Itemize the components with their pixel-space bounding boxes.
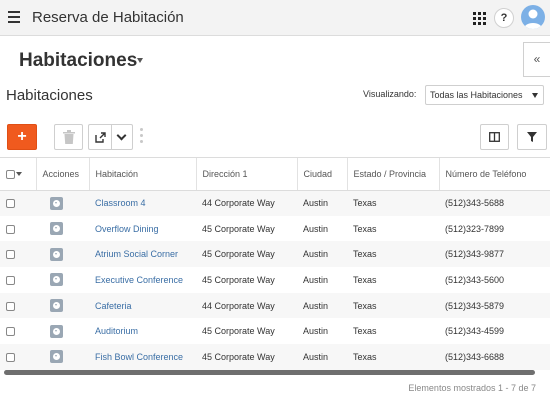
room-link[interactable]: Cafeteria — [95, 301, 132, 311]
help-button[interactable]: ? — [494, 8, 514, 28]
column-header-phone[interactable]: Número de Teléfono — [439, 158, 550, 191]
address-cell: 45 Corporate Way — [196, 241, 297, 268]
apps-grid-icon[interactable] — [473, 12, 486, 25]
city-cell: Austin — [297, 292, 347, 319]
row-checkbox[interactable] — [6, 301, 15, 311]
table-row: Fish Bowl Conference 45 Corporate Way Au… — [0, 344, 550, 370]
room-link[interactable]: Overflow Dining — [95, 224, 159, 234]
room-link[interactable]: Executive Conference — [95, 275, 183, 285]
chevron-down-icon — [532, 93, 538, 98]
export-icon — [95, 132, 106, 143]
title-dropdown-icon[interactable] — [137, 58, 143, 63]
chevron-down-icon — [16, 172, 22, 177]
column-header-room[interactable]: Habitación — [89, 158, 197, 191]
state-cell: Texas — [347, 267, 439, 293]
filter-icon — [527, 132, 537, 142]
city-cell: Austin — [297, 267, 347, 293]
row-checkbox[interactable] — [6, 327, 15, 337]
table-row: Auditorium 45 Corporate Way Austin Texas… — [0, 318, 550, 345]
phone-cell: (512)343-5688 — [439, 190, 550, 216]
row-checkbox[interactable] — [6, 224, 15, 234]
room-link[interactable]: Auditorium — [95, 326, 138, 336]
address-cell: 45 Corporate Way — [196, 344, 297, 370]
collapse-panel-button[interactable]: « — [523, 42, 550, 77]
table-row: Atrium Social Corner 45 Corporate Way Au… — [0, 241, 550, 268]
state-cell: Texas — [347, 241, 439, 268]
row-actions-icon[interactable] — [50, 247, 63, 261]
room-link[interactable]: Atrium Social Corner — [95, 249, 178, 259]
phone-cell: (512)323-7899 — [439, 215, 550, 242]
view-select-value: Todas las Habitaciones — [430, 90, 523, 100]
row-actions-icon[interactable] — [50, 222, 63, 236]
city-cell: Austin — [297, 318, 347, 345]
column-header-actions[interactable]: Acciones — [36, 158, 90, 191]
more-options-icon[interactable] — [140, 128, 144, 146]
city-cell: Austin — [297, 190, 347, 216]
address-cell: 45 Corporate Way — [196, 267, 297, 293]
city-cell: Austin — [297, 344, 347, 370]
column-header-address[interactable]: Dirección 1 — [196, 158, 298, 191]
column-header-city[interactable]: Ciudad — [297, 158, 348, 191]
address-cell: 45 Corporate Way — [196, 215, 297, 242]
state-cell: Texas — [347, 292, 439, 319]
table-row: Executive Conference 45 Corporate Way Au… — [0, 267, 550, 293]
table-header-row: Acciones Habitación Dirección 1 Ciudad E… — [0, 158, 550, 191]
row-checkbox[interactable] — [6, 353, 15, 363]
user-avatar-icon[interactable] — [521, 5, 545, 29]
app-title: Reserva de Habitación — [32, 9, 184, 26]
state-cell: Texas — [347, 215, 439, 242]
row-actions-icon[interactable] — [50, 196, 63, 210]
row-checkbox[interactable] — [6, 199, 15, 209]
table-row: Classroom 4 44 Corporate Way Austin Texa… — [0, 190, 550, 216]
column-header-state[interactable]: Estado / Provincia — [347, 158, 440, 191]
chevron-down-icon — [116, 130, 127, 141]
phone-cell: (512)343-9877 — [439, 241, 550, 268]
view-label: Visualizando: — [363, 89, 417, 99]
hamburger-icon[interactable] — [8, 11, 20, 23]
page-title[interactable]: Habitaciones — [19, 50, 137, 72]
phone-cell: (512)343-4599 — [439, 318, 550, 345]
phone-cell: (512)343-6688 — [439, 344, 550, 370]
row-actions-icon[interactable] — [50, 324, 63, 338]
table-row: Cafeteria 44 Corporate Way Austin Texas … — [0, 292, 550, 319]
address-cell: 45 Corporate Way — [196, 318, 297, 345]
state-cell: Texas — [347, 318, 439, 345]
top-bar: Reserva de Habitación ? — [0, 0, 550, 36]
phone-cell: (512)343-5879 — [439, 292, 550, 319]
row-actions-icon[interactable] — [50, 350, 63, 364]
view-select[interactable]: Todas las Habitaciones — [425, 85, 544, 105]
table-row: Overflow Dining 45 Corporate Way Austin … — [0, 215, 550, 242]
address-cell: 44 Corporate Way — [196, 292, 297, 319]
add-button[interactable]: + — [7, 124, 37, 150]
trash-icon — [63, 130, 75, 144]
row-actions-icon[interactable] — [50, 299, 63, 313]
row-checkbox[interactable] — [6, 275, 15, 285]
state-cell: Texas — [347, 190, 439, 216]
export-dropdown-button[interactable] — [111, 124, 133, 150]
city-cell: Austin — [297, 215, 347, 242]
row-actions-icon[interactable] — [50, 273, 63, 287]
room-link[interactable]: Classroom 4 — [95, 198, 146, 208]
filter-button[interactable] — [517, 124, 547, 150]
select-all-checkbox[interactable] — [0, 158, 37, 191]
state-cell: Texas — [347, 344, 439, 370]
room-link[interactable]: Fish Bowl Conference — [95, 352, 183, 362]
city-cell: Austin — [297, 241, 347, 268]
horizontal-scrollbar[interactable] — [4, 370, 535, 375]
delete-button[interactable] — [54, 124, 83, 150]
address-cell: 44 Corporate Way — [196, 190, 297, 216]
items-shown-count: Elementos mostrados 1 - 7 de 7 — [408, 383, 536, 393]
row-checkbox[interactable] — [6, 250, 15, 260]
phone-cell: (512)343-5600 — [439, 267, 550, 293]
rooms-table: Acciones Habitación Dirección 1 Ciudad E… — [0, 157, 550, 372]
list-title: Habitaciones — [6, 87, 93, 104]
export-button[interactable] — [88, 124, 111, 150]
columns-icon — [489, 132, 500, 142]
columns-button[interactable] — [480, 124, 509, 150]
